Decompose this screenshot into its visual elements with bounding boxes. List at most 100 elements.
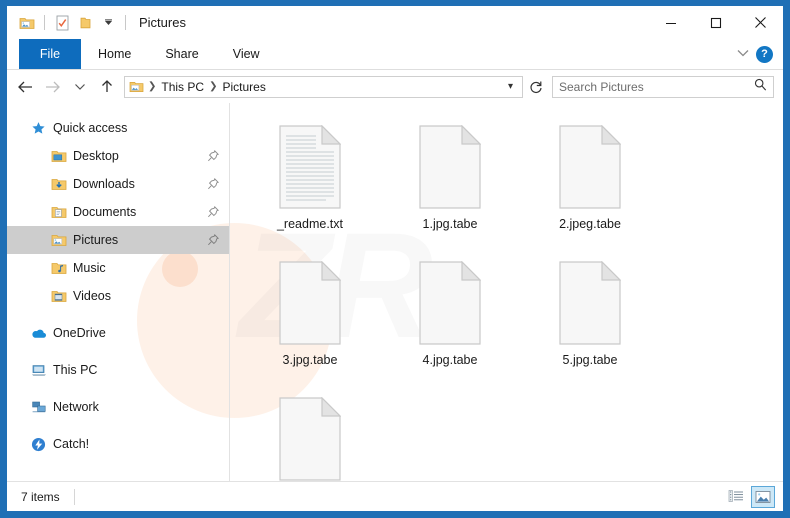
- quick-access-toolbar: [7, 13, 130, 33]
- pin-icon[interactable]: [207, 150, 219, 162]
- file-list-pane[interactable]: _readme.txt 1.jpg.tabe 2.jpeg.tabe 3.jpg…: [230, 103, 783, 481]
- title-bar: Pictures: [7, 6, 783, 39]
- close-button[interactable]: [738, 6, 783, 39]
- chevron-down-icon[interactable]: [736, 45, 750, 63]
- window-inner: Pictures File Home Share View ? ❯ This P…: [7, 6, 783, 511]
- file-item[interactable]: 6.jpg.tabe: [240, 389, 380, 481]
- sidebar-item-downloads[interactable]: Downloads: [7, 170, 229, 198]
- up-arrow-icon[interactable]: [94, 74, 119, 99]
- blank-document-icon: [279, 389, 341, 481]
- tab-file[interactable]: File: [19, 39, 81, 69]
- catch-app-icon: [29, 437, 48, 452]
- file-item[interactable]: 2.jpeg.tabe: [520, 117, 660, 253]
- main-body: ZR risk.com Quick access: [7, 103, 783, 481]
- ribbon-actions: ?: [736, 39, 783, 69]
- recent-locations-icon[interactable]: [67, 74, 92, 99]
- pictures-folder-icon: [129, 80, 144, 93]
- customize-dropdown-icon[interactable]: [98, 13, 118, 33]
- blank-document-icon: [559, 117, 621, 217]
- file-name: 5.jpg.tabe: [562, 353, 618, 367]
- minimize-button[interactable]: [648, 6, 693, 39]
- new-folder-icon[interactable]: [75, 13, 95, 33]
- documents-folder-icon: [49, 205, 68, 219]
- tab-share[interactable]: Share: [148, 39, 215, 69]
- address-bar: ❯ This PC ❯ Pictures ▾: [7, 70, 783, 103]
- pictures-folder-icon: [49, 233, 68, 247]
- sidebar-item-pictures[interactable]: Pictures: [7, 226, 229, 254]
- navigation-pane: Quick access Desktop Downloads Documents…: [7, 103, 230, 481]
- file-name: 2.jpeg.tabe: [559, 217, 621, 231]
- sidebar-item-music[interactable]: Music: [7, 254, 229, 282]
- file-item[interactable]: 1.jpg.tabe: [380, 117, 520, 253]
- item-count: 7 items: [21, 489, 60, 504]
- sidebar-item-label: Videos: [73, 289, 111, 303]
- sidebar-item-videos[interactable]: Videos: [7, 282, 229, 310]
- file-item[interactable]: _readme.txt: [240, 117, 380, 253]
- search-box[interactable]: [552, 75, 774, 98]
- onedrive-cloud-icon: [29, 327, 48, 340]
- blank-document-icon: [419, 117, 481, 217]
- sidebar-item-label: Catch!: [53, 437, 90, 451]
- breadcrumb-separator: ❯: [209, 81, 218, 92]
- title-divider: [125, 15, 126, 30]
- back-arrow-icon[interactable]: [13, 74, 38, 99]
- thumbnail-view-icon[interactable]: [751, 485, 775, 508]
- sidebar-item-quick-access[interactable]: Quick access: [7, 114, 229, 142]
- forward-arrow-icon: [40, 74, 65, 99]
- help-icon[interactable]: ?: [756, 45, 773, 63]
- file-item[interactable]: 5.jpg.tabe: [520, 253, 660, 389]
- music-folder-icon: [49, 261, 68, 275]
- pin-icon[interactable]: [207, 178, 219, 190]
- explorer-window: Pictures File Home Share View ? ❯ This P…: [0, 0, 790, 518]
- blank-document-icon: [419, 253, 481, 353]
- file-item[interactable]: 3.jpg.tabe: [240, 253, 380, 389]
- sidebar-item-this-pc[interactable]: This PC: [7, 356, 229, 384]
- details-view-icon[interactable]: [724, 486, 748, 508]
- pin-icon[interactable]: [207, 234, 219, 246]
- videos-folder-icon: [49, 289, 68, 303]
- tab-view[interactable]: View: [216, 39, 277, 69]
- sidebar-item-network[interactable]: Network: [7, 393, 229, 421]
- file-name: 1.jpg.tabe: [422, 217, 478, 231]
- maximize-button[interactable]: [693, 6, 738, 39]
- properties-icon[interactable]: [52, 13, 72, 33]
- sidebar-item-label: Downloads: [73, 177, 135, 191]
- file-item[interactable]: 4.jpg.tabe: [380, 253, 520, 389]
- file-name: 3.jpg.tabe: [282, 353, 338, 367]
- sidebar-item-label: Pictures: [73, 233, 119, 247]
- breadcrumb-this-pc[interactable]: This PC: [158, 80, 207, 94]
- status-divider: [73, 488, 75, 505]
- window-title: Pictures: [139, 15, 186, 30]
- pin-icon[interactable]: [207, 206, 219, 218]
- sidebar-item-documents[interactable]: Documents: [7, 198, 229, 226]
- sidebar-item-label: This PC: [53, 363, 98, 377]
- file-name: _readme.txt: [276, 217, 343, 231]
- file-grid: _readme.txt 1.jpg.tabe 2.jpeg.tabe 3.jpg…: [240, 117, 783, 481]
- refresh-icon[interactable]: [525, 76, 547, 98]
- sidebar-item-desktop[interactable]: Desktop: [7, 142, 229, 170]
- breadcrumb-dropdown-icon[interactable]: ▾: [503, 81, 518, 92]
- search-icon[interactable]: [754, 78, 767, 96]
- breadcrumb[interactable]: ❯ This PC ❯ Pictures ▾: [124, 75, 523, 98]
- desktop-folder-icon: [49, 149, 68, 163]
- breadcrumb-pictures[interactable]: Pictures: [219, 80, 268, 94]
- ribbon-tab-bar: File Home Share View ?: [7, 39, 783, 70]
- sidebar-item-onedrive[interactable]: OneDrive: [7, 319, 229, 347]
- status-bar: 7 items: [7, 481, 783, 511]
- network-icon: [29, 400, 48, 414]
- search-input[interactable]: [559, 79, 754, 94]
- pictures-folder-icon[interactable]: [17, 13, 37, 33]
- sidebar-item-catch[interactable]: Catch!: [7, 430, 229, 458]
- text-document-icon: [279, 117, 341, 217]
- sidebar-item-label: Network: [53, 400, 99, 414]
- toolbar-divider: [44, 15, 45, 30]
- blank-document-icon: [559, 253, 621, 353]
- blank-document-icon: [279, 253, 341, 353]
- sidebar-item-label: OneDrive: [53, 326, 106, 340]
- sidebar-item-label: Music: [73, 261, 106, 275]
- tab-home[interactable]: Home: [81, 39, 148, 69]
